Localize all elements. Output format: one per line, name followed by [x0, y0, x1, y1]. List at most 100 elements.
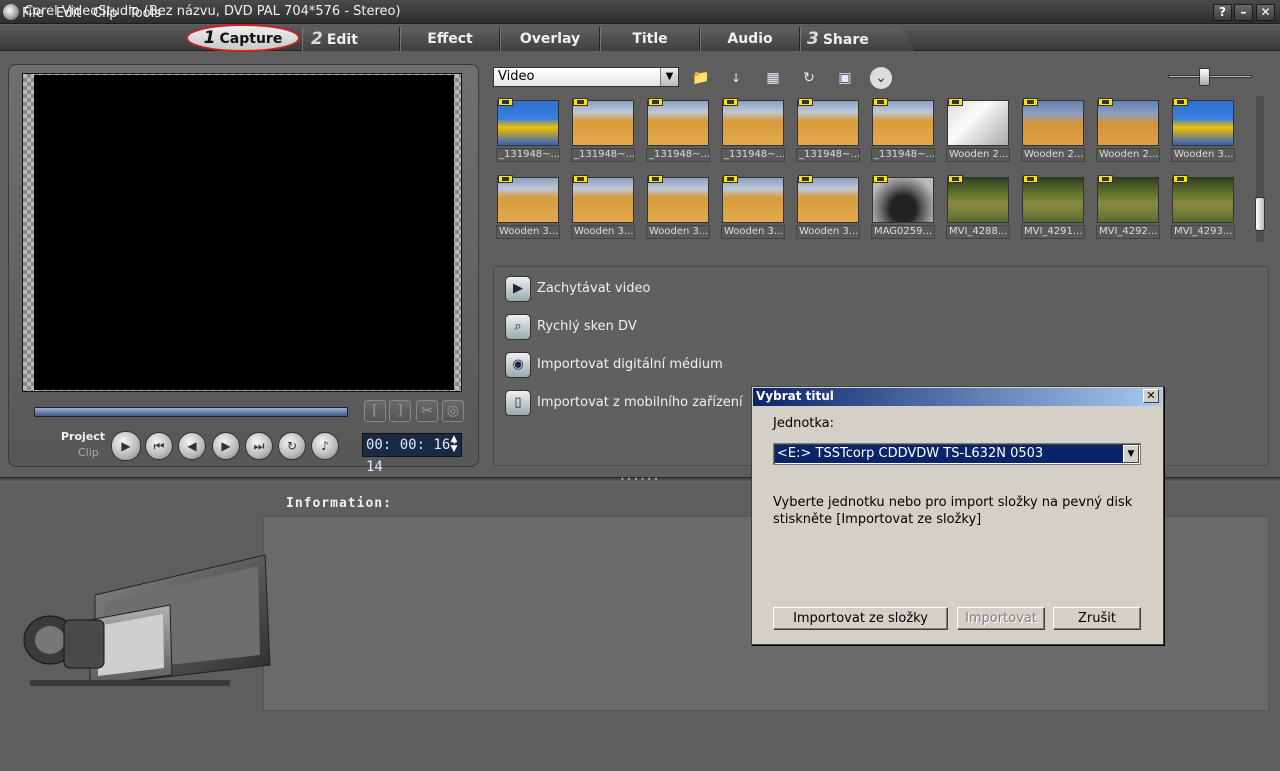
timecode-display[interactable]: 00: 00: 16: 14: [362, 433, 462, 475]
library-thumbnail[interactable]: [872, 175, 934, 223]
previous-frame-icon[interactable]: ◀: [178, 432, 206, 460]
tab-title[interactable]: Title: [600, 27, 700, 51]
playback-scrubber[interactable]: [34, 407, 348, 417]
mark-in-button[interactable]: [: [364, 400, 386, 422]
thumbnail-caption[interactable]: Wooden 3...: [571, 225, 635, 239]
library-thumbnail[interactable]: [797, 175, 859, 223]
thumbnail-caption[interactable]: Wooden 2...: [1021, 148, 1085, 162]
library-thumbnail[interactable]: [497, 98, 559, 146]
library-thumbnail[interactable]: [1022, 98, 1084, 146]
tab-share[interactable]: 3 Share: [800, 27, 915, 51]
thumbnail-zoom-slider[interactable]: [1168, 75, 1252, 78]
scrollbar-thumb[interactable]: [1255, 197, 1265, 231]
dialog-close-icon[interactable]: ✕: [1143, 389, 1159, 403]
tab-overlay[interactable]: Overlay: [500, 27, 600, 51]
library-thumbnail[interactable]: [947, 175, 1009, 223]
volume-icon[interactable]: ♪: [311, 432, 339, 460]
tab-effect[interactable]: Effect: [400, 27, 500, 51]
video-clip-icon: [723, 98, 738, 106]
step-number: 2: [311, 29, 323, 49]
library-thumbnail[interactable]: [1097, 175, 1159, 223]
library-thumbnail[interactable]: [647, 98, 709, 146]
tab-audio[interactable]: Audio: [700, 27, 800, 51]
thumbnail-caption[interactable]: Wooden 3...: [1171, 148, 1235, 162]
library-thumbnail[interactable]: [572, 98, 634, 146]
expand-options-icon[interactable]: ⌄: [870, 67, 892, 89]
library-thumbnail[interactable]: [1097, 98, 1159, 146]
timecode-spinner-icon[interactable]: ▲ ▼: [448, 434, 460, 456]
thumbnail-caption[interactable]: Wooden 3...: [721, 225, 785, 239]
capture-option-label[interactable]: Importovat digitální médium: [537, 357, 723, 372]
library-category-select[interactable]: Video: [493, 67, 679, 87]
tab-capture[interactable]: 1 Capture: [186, 24, 300, 52]
library-thumbnail[interactable]: [1022, 175, 1084, 223]
thumbnail-caption[interactable]: MAG0259...: [871, 225, 935, 239]
dv-scan-icon[interactable]: ⌕: [505, 314, 531, 340]
next-frame-icon[interactable]: ▶: [212, 432, 240, 460]
menu-edit[interactable]: Edit: [56, 6, 81, 21]
sort-icon[interactable]: ↓: [723, 66, 749, 90]
library-thumbnail[interactable]: [647, 175, 709, 223]
library-thumbnail[interactable]: [722, 98, 784, 146]
clip-mode-label[interactable]: Clip: [78, 446, 99, 459]
drive-select-value[interactable]: <E:> TSSTcorp CDDVDW TS-L632N 0503: [775, 445, 1123, 463]
thumbnail-options-icon[interactable]: ▣: [832, 66, 858, 90]
menu-tools[interactable]: Tools: [129, 6, 161, 21]
video-clip-icon: [498, 175, 513, 183]
thumbnail-caption[interactable]: _131948~...: [646, 148, 710, 162]
camcorder-icon[interactable]: ▶: [505, 276, 531, 302]
disc-import-icon[interactable]: ◉: [505, 352, 531, 378]
play-icon[interactable]: ▶: [111, 431, 141, 461]
project-mode-label[interactable]: Project: [61, 430, 105, 443]
capture-option-label[interactable]: Importovat z mobilního zařízení: [537, 395, 743, 410]
thumbnail-caption[interactable]: Wooden 2...: [1096, 148, 1160, 162]
zoom-slider-thumb[interactable]: [1199, 68, 1210, 86]
chevron-down-icon[interactable]: ▼: [1123, 445, 1139, 463]
mark-out-button[interactable]: ]: [389, 400, 411, 422]
menu-clip[interactable]: Clip: [93, 6, 118, 21]
thumbnail-caption[interactable]: Wooden 2...: [946, 148, 1010, 162]
help-button[interactable]: ?: [1213, 4, 1232, 21]
chevron-down-icon[interactable]: ▼: [660, 68, 678, 86]
snapshot-icon[interactable]: ◎: [442, 400, 464, 422]
repeat-icon[interactable]: ↻: [278, 432, 306, 460]
thumbnail-caption[interactable]: Wooden 3...: [646, 225, 710, 239]
minimize-button[interactable]: –: [1234, 4, 1253, 21]
go-to-end-icon[interactable]: ⏭: [245, 432, 273, 460]
library-thumbnail[interactable]: [797, 98, 859, 146]
capture-option-label[interactable]: Rychlý sken DV: [537, 319, 637, 334]
tab-edit[interactable]: 2 Edit: [302, 27, 400, 51]
thumbnail-caption[interactable]: Wooden 3...: [796, 225, 860, 239]
library-thumbnail[interactable]: [947, 98, 1009, 146]
folder-open-icon[interactable]: 📁: [688, 66, 714, 90]
thumbnail-caption[interactable]: _131948~...: [721, 148, 785, 162]
thumbnail-caption[interactable]: _131948~...: [496, 148, 560, 162]
refresh-icon[interactable]: ↻: [796, 66, 822, 90]
video-clip-icon: [1023, 98, 1038, 106]
thumbnail-caption[interactable]: _131948~...: [871, 148, 935, 162]
go-to-start-icon[interactable]: ⏮: [145, 432, 173, 460]
thumbnail-caption[interactable]: MVI_4291...: [1021, 225, 1085, 239]
library-thumbnail[interactable]: [722, 175, 784, 223]
splitter-grip-icon[interactable]: ••••••: [620, 476, 660, 484]
thumbnail-caption[interactable]: _131948~...: [571, 148, 635, 162]
thumbnail-caption[interactable]: _131948~...: [796, 148, 860, 162]
library-thumbnail[interactable]: [872, 98, 934, 146]
thumbnail-caption[interactable]: MVI_4292...: [1096, 225, 1160, 239]
import-from-folder-button[interactable]: Importovat ze složky: [773, 607, 948, 630]
import-button[interactable]: Importovat: [957, 607, 1045, 630]
close-button[interactable]: ✕: [1256, 4, 1275, 21]
thumbnail-caption[interactable]: MVI_4293...: [1171, 225, 1235, 239]
menu-file[interactable]: File: [22, 6, 44, 21]
library-thumbnail[interactable]: [1172, 175, 1234, 223]
library-thumbnail[interactable]: [1172, 98, 1234, 146]
cancel-button[interactable]: Zrušit: [1053, 607, 1141, 630]
thumbnail-caption[interactable]: Wooden 3...: [496, 225, 560, 239]
list-view-icon[interactable]: ▦: [760, 66, 786, 90]
library-thumbnail[interactable]: [497, 175, 559, 223]
capture-option-label[interactable]: Zachytávat video: [537, 281, 650, 296]
thumbnail-caption[interactable]: MVI_4288...: [946, 225, 1010, 239]
mobile-device-icon[interactable]: ▯: [505, 390, 531, 416]
library-thumbnail[interactable]: [572, 175, 634, 223]
scissors-icon[interactable]: ✂: [416, 400, 438, 422]
